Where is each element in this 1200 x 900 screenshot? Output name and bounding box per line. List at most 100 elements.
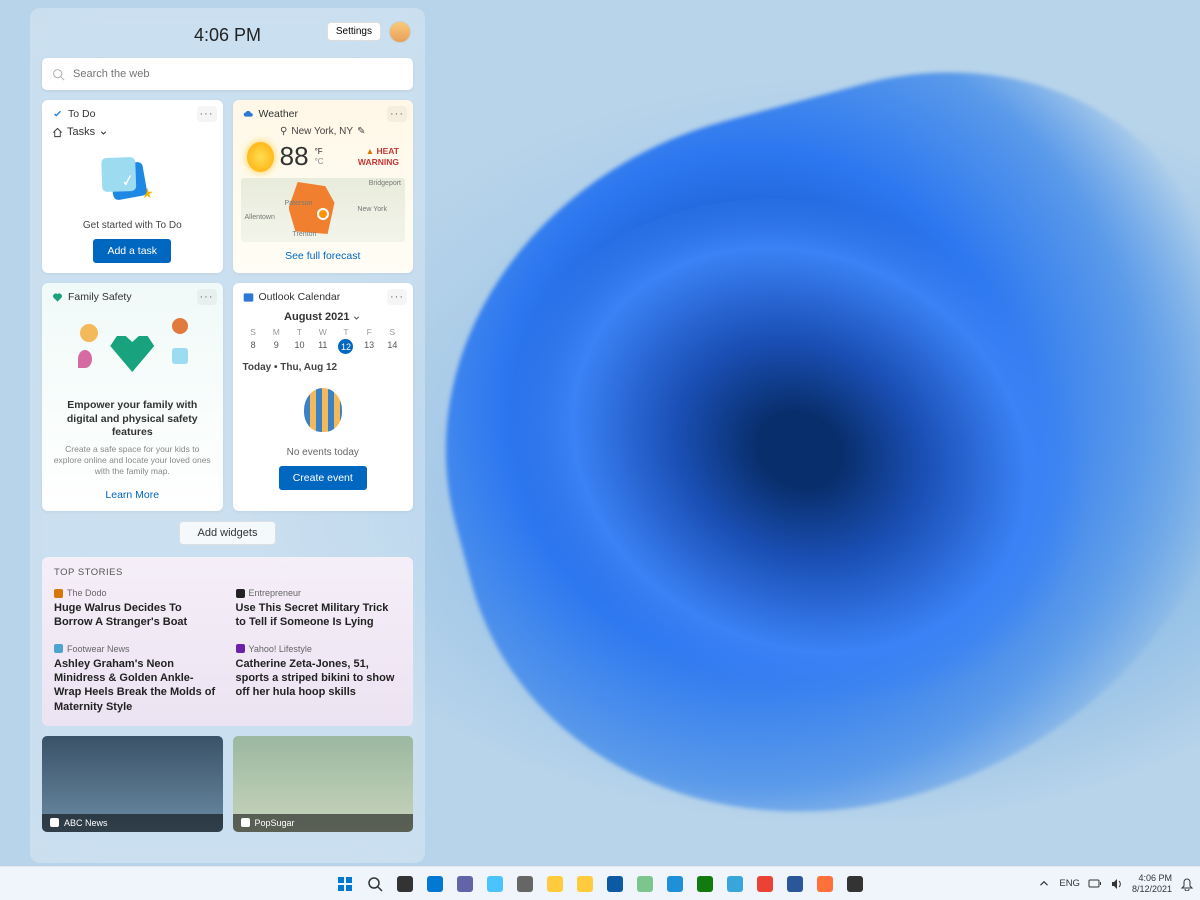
taskbar-explorer-icon[interactable]: [542, 871, 568, 897]
news-thumbnail[interactable]: PopSugar: [233, 736, 414, 832]
calendar-dow: T: [289, 327, 310, 337]
family-heading: Empower your family with digital and phy…: [52, 399, 213, 440]
top-stories-heading: TOP STORIES: [54, 567, 401, 578]
network-icon[interactable]: [1088, 877, 1102, 891]
search-input[interactable]: [73, 68, 403, 80]
news-source: The Dodo: [67, 588, 107, 598]
calendar-day[interactable]: 11: [312, 339, 333, 354]
news-item[interactable]: Footwear News Ashley Graham's Neon Minidr…: [54, 644, 220, 714]
taskbar-xbox-icon[interactable]: [692, 871, 718, 897]
taskbar-task-view-icon[interactable]: [392, 871, 418, 897]
news-headline: Ashley Graham's Neon Minidress & Golden …: [54, 657, 220, 714]
family-title: Family Safety: [68, 291, 132, 303]
chevron-down-icon: [352, 313, 361, 322]
calendar-day[interactable]: 8: [243, 339, 264, 354]
weather-title: Weather: [259, 108, 299, 120]
thumb-source: ABC News: [64, 818, 108, 828]
taskbar-edge-icon[interactable]: [602, 871, 628, 897]
see-forecast-link[interactable]: See full forecast: [243, 250, 404, 262]
todo-title: To Do: [68, 108, 95, 120]
taskbar-word-icon[interactable]: [782, 871, 808, 897]
taskbar-widgets-icon[interactable]: [422, 871, 448, 897]
widgets-panel: 4:06 PM Settings ··· To Do Tasks ✓★ Get …: [30, 8, 425, 863]
search-icon: [52, 68, 65, 81]
tasks-dropdown[interactable]: Tasks: [52, 126, 213, 138]
taskbar-clock[interactable]: 4:06 PM 8/12/2021: [1132, 873, 1172, 894]
family-illustration: [52, 309, 213, 395]
calendar-day[interactable]: 13: [359, 339, 380, 354]
family-widget: ··· Family Safety Empower your family wi…: [42, 283, 223, 511]
location-pin-icon: ⚲: [280, 126, 287, 137]
taskbar-chrome-icon[interactable]: [752, 871, 778, 897]
taskbar-settings-icon[interactable]: [512, 871, 538, 897]
todo-more-button[interactable]: ···: [197, 106, 217, 122]
news-source: Footwear News: [67, 644, 130, 654]
news-thumbnail[interactable]: ABC News: [42, 736, 223, 832]
weather-location[interactable]: ⚲ New York, NY ✎: [243, 126, 404, 137]
add-widgets-button[interactable]: Add widgets: [179, 521, 277, 545]
weather-icon: [243, 109, 254, 120]
source-icon: [236, 644, 245, 653]
calendar-today-label: Today • Thu, Aug 12: [243, 362, 404, 373]
balloon-illustration: [243, 377, 404, 443]
source-icon: [241, 818, 250, 827]
calendar-dow: T: [335, 327, 356, 337]
taskbar-photos-icon[interactable]: [482, 871, 508, 897]
search-box[interactable]: [42, 58, 413, 90]
calendar-grid[interactable]: SMTWTFS891011121314: [243, 327, 404, 354]
top-stories-card: TOP STORIES The Dodo Huge Walrus Decides …: [42, 557, 413, 726]
source-icon: [54, 589, 63, 598]
todo-illustration: ✓★: [52, 150, 213, 212]
calendar-widget: ··· Outlook Calendar August 2021 SMTWTFS…: [233, 283, 414, 511]
weather-widget: ··· Weather ⚲ New York, NY ✎ 88 °F °C ▲ …: [233, 100, 414, 273]
taskbar-chat-icon[interactable]: [452, 871, 478, 897]
taskbar-sticky-icon[interactable]: [632, 871, 658, 897]
calendar-dow: S: [382, 327, 403, 337]
news-item[interactable]: Entrepreneur Use This Secret Military Tri…: [236, 588, 402, 630]
calendar-day[interactable]: 12: [338, 339, 353, 354]
temperature-units[interactable]: °F °C: [315, 147, 324, 166]
todo-widget: ··· To Do Tasks ✓★ Get started with To D…: [42, 100, 223, 273]
outlook-icon: [243, 292, 254, 303]
tray-chevron-icon[interactable]: [1037, 877, 1051, 891]
news-item[interactable]: The Dodo Huge Walrus Decides To Borrow A …: [54, 588, 220, 630]
panel-clock: 4:06 PM: [194, 25, 261, 46]
taskbar-maps-icon[interactable]: [722, 871, 748, 897]
family-icon: [52, 292, 63, 303]
calendar-month[interactable]: August 2021: [243, 311, 404, 323]
taskbar-folder-icon[interactable]: [572, 871, 598, 897]
news-item[interactable]: Yahoo! LifestyleCatherine Zeta-Jones, 51…: [236, 644, 402, 714]
add-task-button[interactable]: Add a task: [93, 239, 171, 263]
news-headline: Huge Walrus Decides To Borrow A Stranger…: [54, 601, 220, 630]
news-source: Yahoo! Lifestyle: [249, 644, 312, 654]
taskbar-firefox-icon[interactable]: [812, 871, 838, 897]
calendar-more-button[interactable]: ···: [387, 289, 407, 305]
volume-icon[interactable]: [1110, 877, 1124, 891]
source-icon: [236, 589, 245, 598]
calendar-dow: F: [359, 327, 380, 337]
family-more-button[interactable]: ···: [197, 289, 217, 305]
news-source: Entrepreneur: [249, 588, 302, 598]
news-headline: Use This Secret Military Trick to Tell i…: [236, 601, 402, 630]
heat-warning: ▲ HEAT WARNING: [330, 146, 399, 166]
language-indicator[interactable]: ENG: [1059, 878, 1080, 889]
taskbar-start-icon[interactable]: [332, 871, 358, 897]
family-learn-more-link[interactable]: Learn More: [52, 489, 213, 501]
calendar-day[interactable]: 10: [289, 339, 310, 354]
user-avatar[interactable]: [389, 21, 411, 43]
calendar-day[interactable]: 14: [382, 339, 403, 354]
settings-button[interactable]: Settings: [327, 22, 381, 41]
weather-map[interactable]: Bridgeport Paterson New York Allentown T…: [241, 178, 406, 242]
temperature-value: 88: [280, 141, 309, 172]
taskbar-terminal-icon[interactable]: [842, 871, 868, 897]
taskbar-store-icon[interactable]: [662, 871, 688, 897]
taskbar-search-icon[interactable]: [362, 871, 388, 897]
edit-icon[interactable]: ✎: [357, 126, 365, 137]
calendar-day[interactable]: 9: [266, 339, 287, 354]
source-icon: [50, 818, 59, 827]
create-event-button[interactable]: Create event: [279, 466, 367, 490]
notifications-icon[interactable]: [1180, 877, 1194, 891]
todo-caption: Get started with To Do: [52, 220, 213, 231]
weather-more-button[interactable]: ···: [387, 106, 407, 122]
sun-icon: [247, 142, 274, 172]
